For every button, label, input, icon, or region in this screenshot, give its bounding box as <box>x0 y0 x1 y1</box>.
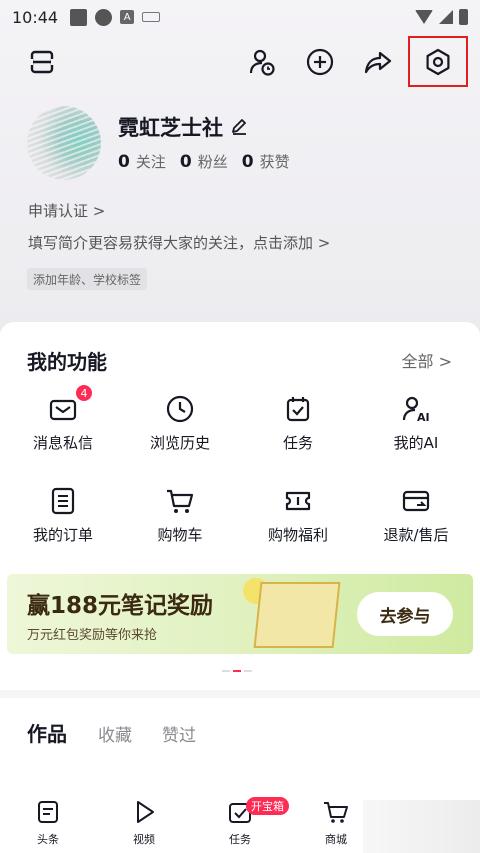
followers-count[interactable]: 0 粉丝 <box>180 151 228 172</box>
battery-icon <box>459 9 468 25</box>
wifi-icon <box>415 10 433 24</box>
function-label: 购物福利 <box>267 526 328 544</box>
notification-circle-icon <box>95 8 113 26</box>
promo-banner[interactable]: 赢188元笔记奖励 万元红包奖励等你来抢 去参与 <box>7 574 473 654</box>
add-button[interactable] <box>298 40 342 84</box>
works-section: 作品 收藏 赞过 <box>0 698 480 798</box>
function-label: 任务 <box>282 434 313 452</box>
function-messages[interactable]: 4 消息私信 <box>3 384 123 453</box>
banner-join-button[interactable]: 去参与 <box>357 592 453 636</box>
news-icon <box>38 801 58 823</box>
function-my-ai[interactable]: AI 我的AI <box>356 394 476 453</box>
function-shopping-benefits[interactable]: 购物福利 <box>238 486 358 545</box>
nickname: 霓虹芝士社 <box>118 116 223 140</box>
function-label: 退款/售后 <box>383 526 449 544</box>
nav-me-placeholder[interactable] <box>363 800 480 853</box>
coupon-icon <box>285 491 311 511</box>
visitor-button[interactable] <box>240 40 284 84</box>
clock-icon <box>166 395 194 423</box>
a-notification-icon: A <box>120 10 135 24</box>
refund-card-icon <box>402 490 430 512</box>
nav-mall[interactable]: 商城 <box>306 799 366 847</box>
function-label: 我的订单 <box>32 526 93 544</box>
tab-favorites[interactable]: 收藏 <box>98 721 132 746</box>
avatar[interactable] <box>27 106 101 180</box>
function-label: 我的AI <box>393 434 439 452</box>
function-label: 浏览历史 <box>149 434 210 452</box>
play-icon <box>137 801 154 823</box>
likes-count[interactable]: 0 获赞 <box>242 151 290 172</box>
bio-prompt[interactable]: 填写简介更容易获得大家的关注，点击添加 > <box>28 232 330 253</box>
share-icon <box>364 51 392 74</box>
message-badge: 4 <box>75 384 93 402</box>
function-cart[interactable]: 购物车 <box>120 486 240 545</box>
notification-square-icon <box>70 8 88 26</box>
function-label: 消息私信 <box>32 434 93 452</box>
functions-all-link[interactable]: 全部 > <box>402 348 453 372</box>
nav-label: 视频 <box>133 833 155 846</box>
function-tasks[interactable]: 任务 <box>238 394 358 453</box>
following-count[interactable]: 0 关注 <box>118 151 166 172</box>
function-refund[interactable]: 退款/售后 <box>356 486 476 545</box>
cart-icon <box>324 802 348 823</box>
ai-user-icon: AI <box>402 396 430 424</box>
tab-works[interactable]: 作品 <box>27 718 67 747</box>
nav-news[interactable]: 头条 <box>18 799 78 847</box>
profile-stats: 0 关注 0 粉丝 0 获赞 <box>118 151 290 172</box>
nav-label: 商城 <box>325 833 347 846</box>
message-icon <box>49 399 77 421</box>
status-bar: 10:44 A <box>0 0 480 34</box>
pagination-dot <box>222 670 230 672</box>
order-icon <box>51 487 75 515</box>
banner-title: 赢188元笔记奖励 <box>27 593 214 619</box>
function-label: 购物车 <box>157 526 203 544</box>
share-button[interactable] <box>356 40 400 84</box>
pagination-dot <box>244 670 252 672</box>
pagination-dot-active <box>233 670 241 672</box>
treasure-box-badge: 开宝箱 <box>246 797 289 815</box>
banner-note-illustration <box>253 582 341 648</box>
menu-icon <box>29 50 55 74</box>
functions-title: 我的功能 <box>27 350 107 374</box>
edit-pencil-icon[interactable] <box>229 116 249 136</box>
task-icon <box>286 397 310 422</box>
user-clock-icon <box>249 49 275 76</box>
nav-label: 任务 <box>229 833 251 846</box>
function-orders[interactable]: 我的订单 <box>3 486 123 545</box>
banner-pagination <box>222 670 252 672</box>
nav-video[interactable]: 视频 <box>114 799 174 847</box>
nav-label: 头条 <box>37 833 59 846</box>
my-functions-card: 我的功能 全部 > 4 消息私信 浏览历史 任务 AI 我的AI 我的订单 购物… <box>0 322 480 690</box>
tab-liked[interactable]: 赞过 <box>162 721 196 746</box>
signal-icon <box>439 10 453 24</box>
banner-subtitle: 万元红包奖励等你来抢 <box>27 628 158 643</box>
settings-highlight-box <box>408 36 468 87</box>
plus-circle-icon <box>306 48 334 76</box>
apply-verification-link[interactable]: 申请认证 > <box>28 200 105 221</box>
cart-icon <box>167 489 194 513</box>
function-history[interactable]: 浏览历史 <box>120 394 240 453</box>
svg-text:AI: AI <box>417 411 430 424</box>
menu-button[interactable] <box>20 40 64 84</box>
add-tag-chip[interactable]: 添加年龄、学校标签 <box>27 268 148 290</box>
keyboard-icon <box>142 12 161 22</box>
status-time: 10:44 <box>12 7 59 27</box>
